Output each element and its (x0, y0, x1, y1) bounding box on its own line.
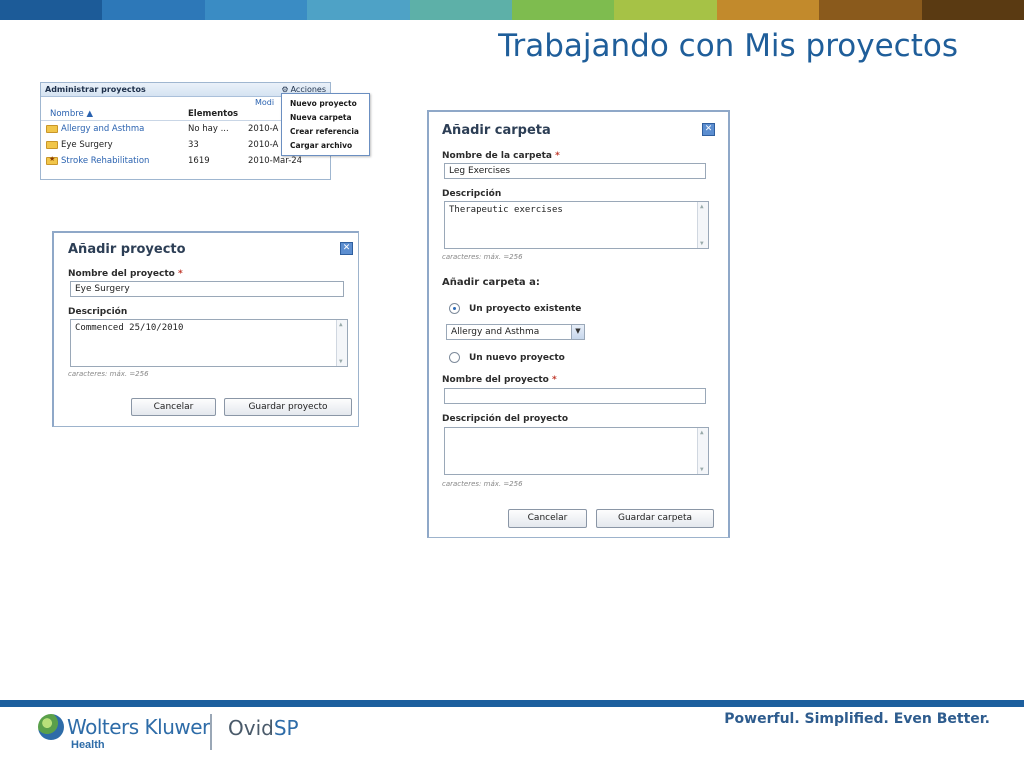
project-name-label: Nombre del proyecto * (442, 375, 557, 385)
menu-item-upload-file[interactable]: Cargar archivo (290, 139, 361, 153)
cancel-button[interactable]: Cancelar (508, 509, 587, 528)
manage-projects-title: Administrar proyectos (45, 85, 146, 94)
project-date: 2010-Mar-24 (248, 156, 303, 166)
folder-star-icon (46, 155, 58, 165)
project-name-label: Nombre del proyecto * (68, 269, 183, 279)
globe-logo-icon (38, 714, 64, 740)
slide-title: Trabajando con Mis proyectos (498, 28, 958, 64)
add-project-dialog: Añadir proyecto ✕ Nombre del proyecto * … (52, 231, 359, 427)
folder-icon (46, 141, 58, 149)
project-elements: 1619 (188, 156, 210, 166)
banner-strip (0, 0, 103, 20)
description-textarea[interactable]: Commenced 25/10/2010 (70, 319, 348, 367)
existing-project-select[interactable]: Allergy and Asthma ▼ (446, 324, 585, 340)
menu-item-new-folder[interactable]: Nueva carpeta (290, 111, 361, 125)
project-name-input[interactable] (444, 388, 706, 404)
description-label: Descripción (442, 189, 502, 199)
textarea-scrollbar[interactable] (697, 428, 708, 474)
banner-strip (716, 0, 820, 20)
column-header-elements[interactable]: Elementos (188, 109, 250, 120)
cancel-button[interactable]: Cancelar (131, 398, 216, 416)
project-name-link[interactable]: Eye Surgery (61, 140, 113, 150)
logo-separator (210, 714, 212, 750)
folder-name-label: Nombre de la carpeta * (442, 151, 560, 161)
tagline: Powerful. Simplified. Even Better. (724, 711, 990, 727)
column-header-name[interactable]: Nombre ▲ (50, 109, 188, 120)
folder-name-input[interactable]: Leg Exercises (444, 163, 706, 179)
project-description-label: Descripción del proyecto (442, 414, 568, 424)
banner-strip (819, 0, 922, 20)
textarea-scrollbar[interactable] (336, 320, 347, 366)
existing-project-label: Un proyecto existente (469, 304, 582, 314)
existing-project-radio[interactable] (449, 303, 460, 314)
close-button[interactable]: ✕ (340, 242, 353, 255)
close-icon: ✕ (704, 124, 713, 134)
add-folder-to-label: Añadir carpeta a: (442, 277, 540, 288)
project-description-textarea[interactable] (444, 427, 709, 475)
project-elements: No hay ... (188, 124, 229, 134)
banner-strip (614, 0, 717, 20)
save-project-button[interactable]: Guardar proyecto (224, 398, 352, 416)
banner-strip (307, 0, 410, 20)
banner-strip (102, 0, 205, 20)
footer-divider (0, 700, 1024, 707)
char-limit-hint: caracteres: máx. =256 (68, 370, 149, 378)
brand-logo-text: Wolters Kluwer (67, 715, 210, 739)
new-project-radio[interactable] (449, 352, 460, 363)
project-elements: 33 (188, 140, 199, 150)
product-logo: OvidSP (228, 716, 299, 740)
dialog-title: Añadir proyecto (68, 242, 186, 257)
banner-strip (204, 0, 308, 20)
project-name-input[interactable]: Eye Surgery (70, 281, 344, 297)
close-button[interactable]: ✕ (702, 123, 715, 136)
banner-strip (409, 0, 513, 20)
new-project-label: Un nuevo proyecto (469, 353, 565, 363)
dialog-title: Añadir carpeta (442, 123, 551, 138)
menu-item-new-project[interactable]: Nuevo proyecto (290, 97, 361, 111)
close-icon: ✕ (342, 243, 351, 253)
textarea-scrollbar[interactable] (697, 202, 708, 248)
banner-strip (921, 0, 1024, 20)
top-banner (0, 0, 1024, 20)
project-name-link[interactable]: Allergy and Asthma (61, 124, 144, 134)
slide: Trabajando con Mis proyectos Administrar… (0, 0, 1024, 768)
description-textarea[interactable]: Therapeutic exercises (444, 201, 709, 249)
description-label: Descripción (68, 307, 128, 317)
project-name-link[interactable]: Stroke Rehabilitation (61, 156, 149, 166)
actions-menu: Nuevo proyecto Nueva carpeta Crear refer… (281, 93, 370, 156)
char-limit-hint: caracteres: máx. =256 (442, 480, 523, 488)
save-folder-button[interactable]: Guardar carpeta (596, 509, 714, 528)
char-limit-hint: caracteres: máx. =256 (442, 253, 523, 261)
folder-icon (46, 125, 58, 133)
menu-item-create-reference[interactable]: Crear referencia (290, 125, 361, 139)
chevron-down-icon: ▼ (571, 325, 584, 339)
brand-sub-text: Health (71, 739, 105, 751)
banner-strip (512, 0, 615, 20)
add-folder-dialog: Añadir carpeta ✕ Nombre de la carpeta * … (427, 110, 730, 538)
